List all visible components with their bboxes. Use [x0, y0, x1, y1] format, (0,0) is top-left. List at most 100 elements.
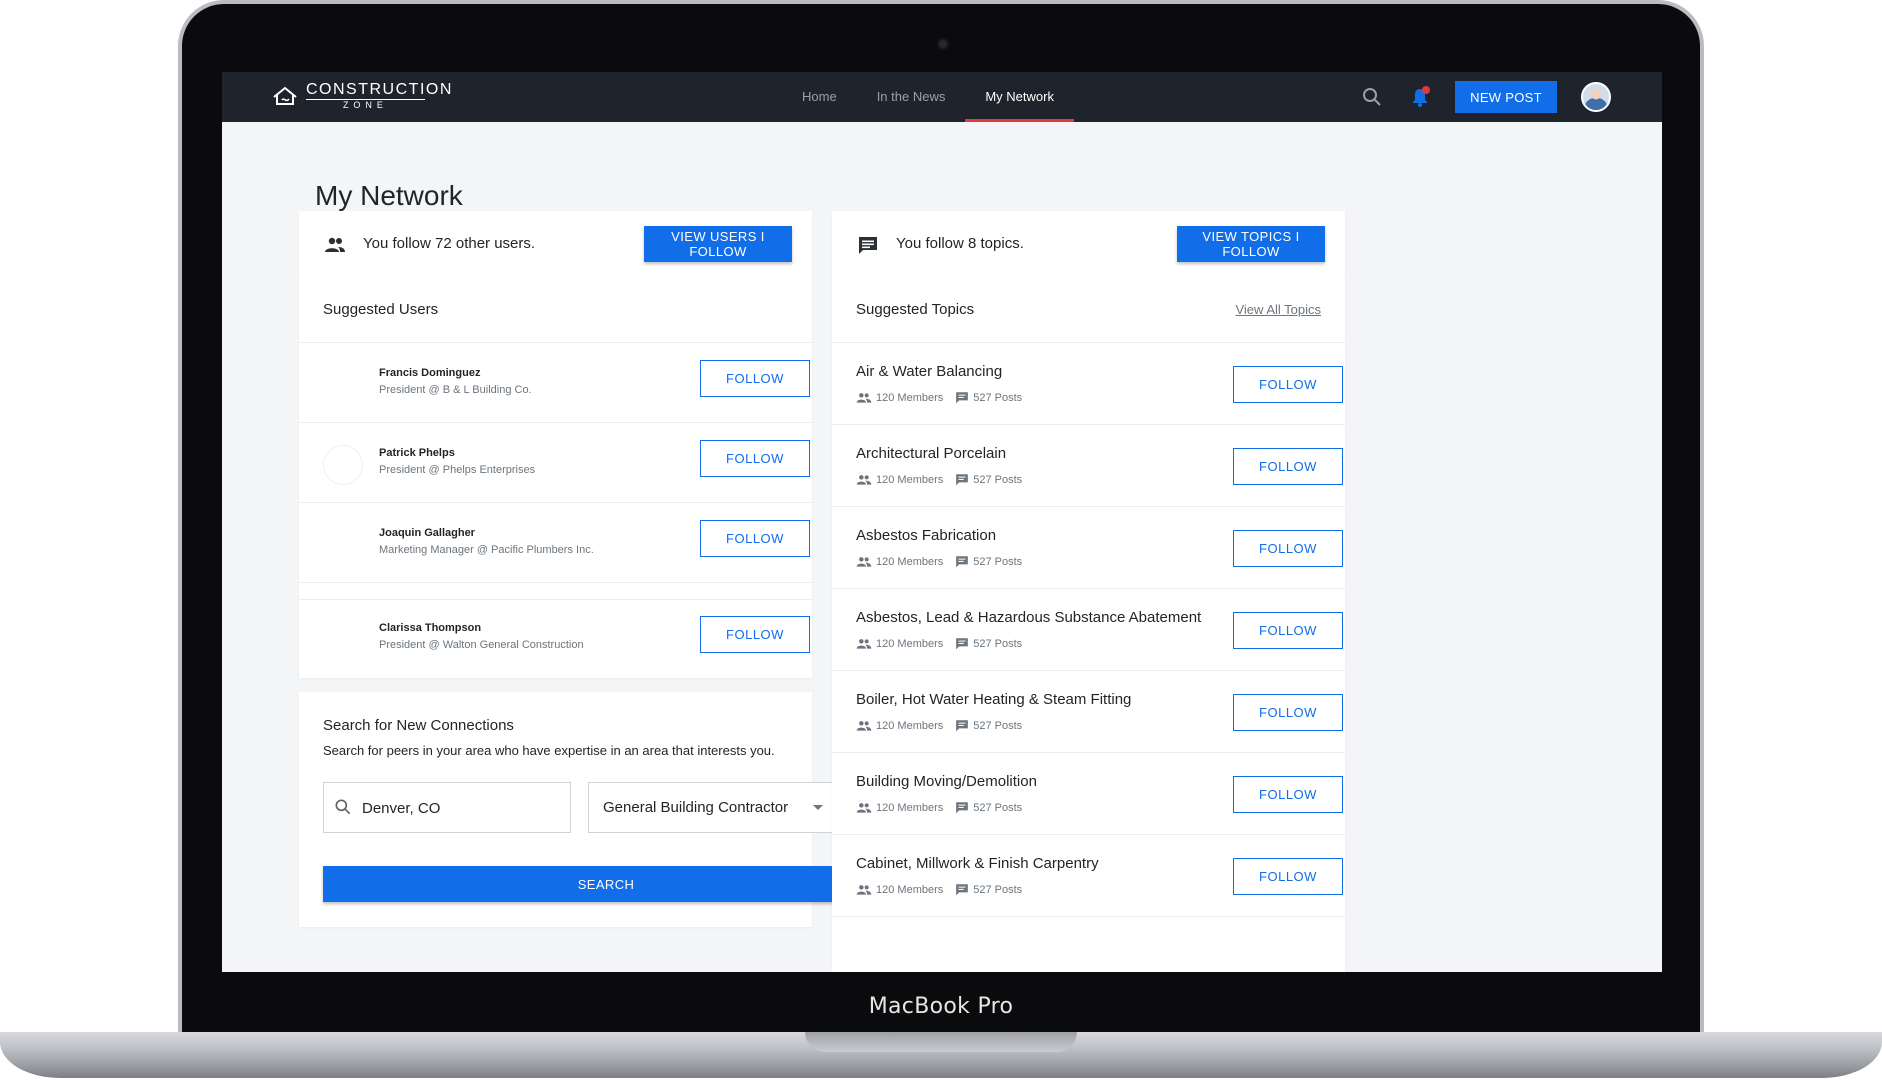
topic-row: Cabinet, Millwork & Finish Carpentry 120 … [832, 835, 1345, 917]
topic-name[interactable]: Cabinet, Millwork & Finish Carpentry [856, 855, 1099, 872]
topic-name[interactable]: Asbestos, Lead & Hazardous Substance Aba… [856, 609, 1201, 626]
view-all-topics-link[interactable]: View All Topics [1235, 302, 1321, 317]
suggested-users-header: Suggested Users [299, 277, 812, 343]
nav-link-my-network[interactable]: My Network [965, 72, 1074, 122]
topic-row: Boiler, Hot Water Heating & Steam Fittin… [832, 671, 1345, 753]
follow-button[interactable]: FOLLOW [1233, 858, 1343, 895]
following-users-text: You follow 72 other users. [363, 235, 536, 252]
topic-posts: 527 Posts [973, 555, 1023, 568]
members-icon [856, 474, 876, 486]
list-item: Patrick Phelps President @ Phelps Enterp… [299, 423, 812, 503]
posts-icon [955, 883, 973, 896]
nav-link-news[interactable]: In the News [857, 72, 966, 122]
topic-members: 120 Members [876, 719, 944, 732]
members-icon [856, 556, 876, 568]
topic-name[interactable]: Asbestos Fabrication [856, 527, 996, 544]
camera [937, 38, 949, 50]
brand-sub: ZONE [306, 99, 425, 110]
people-icon [323, 233, 347, 257]
follow-button[interactable]: FOLLOW [1233, 530, 1343, 567]
following-topics-text: You follow 8 topics. [896, 235, 1024, 252]
search-connections-card: Search for New Connections Search for pe… [299, 692, 889, 927]
bell-icon[interactable] [1408, 85, 1432, 109]
follow-button[interactable]: FOLLOW [1233, 448, 1343, 485]
user-role: Marketing Manager @ Pacific Plumbers Inc… [379, 544, 594, 556]
suggested-users-title: Suggested Users [323, 301, 439, 318]
app-screen: CONSTRUCTION ZONE Home In the News My Ne… [222, 72, 1662, 972]
posts-icon [955, 473, 973, 486]
topic-posts: 527 Posts [973, 473, 1023, 486]
brand-logo[interactable]: CONSTRUCTION ZONE [272, 82, 453, 110]
user-avatar-placeholder [323, 365, 363, 405]
user-name[interactable]: Joaquin Gallagher [379, 527, 475, 539]
follow-button[interactable]: FOLLOW [700, 616, 810, 653]
topic-posts: 527 Posts [973, 391, 1023, 404]
posts-icon [955, 637, 973, 650]
topic-meta: 120 Members 527 Posts [856, 801, 1022, 814]
user-name[interactable]: Francis Dominguez [379, 367, 480, 379]
trade-select[interactable]: General Building Contractor [588, 782, 838, 833]
members-icon [856, 884, 876, 896]
topic-row: Building Moving/Demolition 120 Members 527… [832, 753, 1345, 835]
user-name[interactable]: Patrick Phelps [379, 447, 455, 459]
laptop-notch [805, 1032, 1077, 1052]
topic-members: 120 Members [876, 801, 944, 814]
new-post-button[interactable]: NEW POST [1455, 81, 1557, 113]
topic-meta: 120 Members 527 Posts [856, 637, 1022, 650]
suggested-topics-card: Suggested Topics View All Topics Air & W… [832, 277, 1345, 972]
view-topics-button[interactable]: VIEW TOPICS I FOLLOW [1177, 226, 1325, 262]
search-button[interactable]: SEARCH [323, 866, 889, 902]
suggested-topics-title: Suggested Topics [856, 301, 975, 318]
house-logo-icon [272, 85, 298, 107]
topic-members: 120 Members [876, 391, 944, 404]
nav-links: Home In the News My Network [782, 72, 1074, 122]
brand-name: CONSTRUCTION [306, 81, 453, 98]
user-name[interactable]: Clarissa Thompson [379, 622, 481, 634]
user-role: President @ Walton General Construction [379, 639, 584, 651]
user-avatar[interactable] [1581, 82, 1611, 112]
follow-button[interactable]: FOLLOW [700, 360, 810, 397]
user-avatar-placeholder [323, 525, 363, 565]
search-icon [333, 797, 353, 822]
follow-button[interactable]: FOLLOW [700, 440, 810, 477]
suggested-users-card-tail: Clarissa Thompson President @ Walton Gen… [299, 600, 812, 678]
topic-members: 120 Members [876, 555, 944, 568]
topic-meta: 120 Members 527 Posts [856, 555, 1022, 568]
search-connections-title: Search for New Connections [323, 717, 514, 734]
list-item: Joaquin Gallagher Marketing Manager @ Pa… [299, 503, 812, 583]
view-users-button[interactable]: VIEW USERS I FOLLOW [644, 226, 792, 262]
location-field[interactable] [323, 782, 571, 833]
topic-name[interactable]: Air & Water Balancing [856, 363, 1002, 380]
location-input[interactable] [362, 795, 562, 821]
members-icon [856, 392, 876, 404]
follow-button[interactable]: FOLLOW [1233, 366, 1343, 403]
posts-icon [955, 391, 973, 404]
topic-posts: 527 Posts [973, 801, 1023, 814]
posts-icon [955, 801, 973, 814]
topic-name[interactable]: Boiler, Hot Water Heating & Steam Fittin… [856, 691, 1131, 708]
members-icon [856, 638, 876, 650]
trade-select-value: General Building Contractor [603, 799, 789, 816]
topic-name[interactable]: Building Moving/Demolition [856, 773, 1037, 790]
top-nav: CONSTRUCTION ZONE Home In the News My Ne… [222, 72, 1662, 122]
topic-meta: 120 Members 527 Posts [856, 473, 1022, 486]
topic-members: 120 Members [876, 637, 944, 650]
members-icon [856, 720, 876, 732]
topic-row: Asbestos, Lead & Hazardous Substance Aba… [832, 589, 1345, 671]
suggested-users-card: Suggested Users Francis Dominguez Presid… [299, 277, 812, 599]
nav-link-home[interactable]: Home [782, 72, 857, 122]
user-role: President @ B & L Building Co. [379, 384, 532, 396]
follow-button[interactable]: FOLLOW [1233, 776, 1343, 813]
posts-icon [955, 555, 973, 568]
topic-meta: 120 Members 527 Posts [856, 883, 1022, 896]
follow-button[interactable]: FOLLOW [700, 520, 810, 557]
topic-row: Architectural Porcelain 120 Members 527 Po… [832, 425, 1345, 507]
caret-down-icon [813, 805, 823, 810]
topic-name[interactable]: Architectural Porcelain [856, 445, 1006, 462]
topic-members: 120 Members [876, 473, 944, 486]
follow-button[interactable]: FOLLOW [1233, 612, 1343, 649]
search-icon[interactable] [1360, 85, 1384, 109]
topic-posts: 527 Posts [973, 637, 1023, 650]
topic-members: 120 Members [876, 883, 944, 896]
follow-button[interactable]: FOLLOW [1233, 694, 1343, 731]
